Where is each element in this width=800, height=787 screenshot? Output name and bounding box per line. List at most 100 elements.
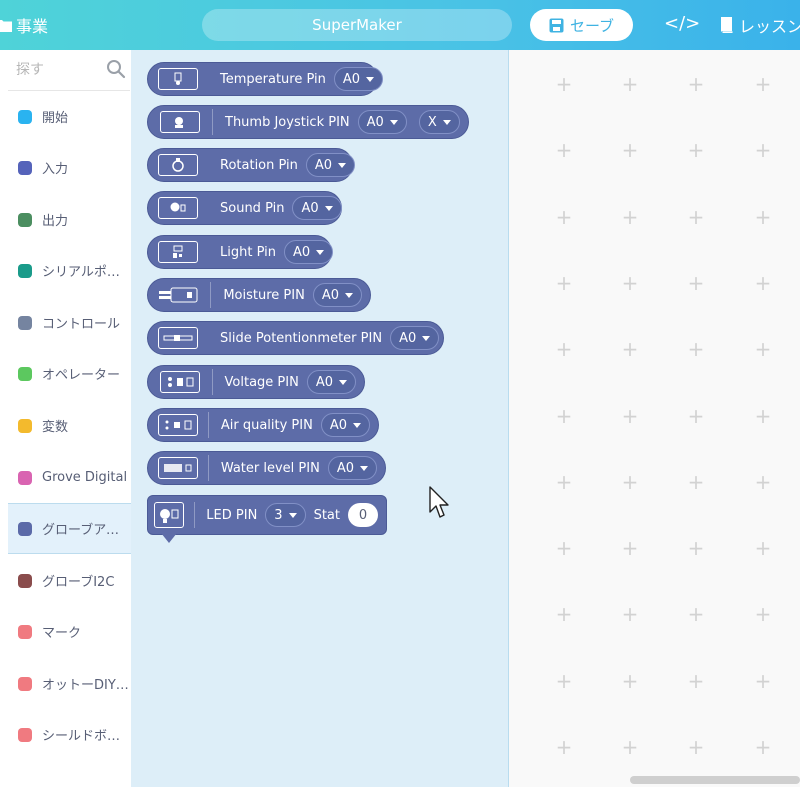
category-color-dot [18, 573, 32, 588]
category-label: Grove Digital [42, 470, 128, 485]
led-pin-block[interactable]: LED PIN 3 Stat 0 [147, 495, 387, 535]
pin-value: A0 [366, 114, 384, 130]
air-quality-pin-block[interactable]: Air quality PIN A0 [147, 408, 379, 442]
grid-plus-mark: + [621, 668, 639, 693]
pin-value: 3 [274, 507, 283, 523]
pin-dropdown[interactable]: A0 [305, 153, 356, 177]
category-item[interactable]: 開始 [8, 91, 131, 142]
stat-value-input[interactable]: 0 [348, 503, 378, 527]
category-color-dot [18, 366, 32, 381]
pin-dropdown[interactable]: A0 [283, 240, 334, 264]
grid-plus-mark: + [621, 403, 639, 428]
chevron-down-icon [360, 465, 368, 471]
grid-plus-mark: + [555, 337, 573, 362]
chevron-down-icon [316, 249, 325, 255]
search-icon[interactable] [106, 59, 126, 79]
block-label: Light Pin [220, 244, 276, 260]
save-button[interactable]: セーブ [530, 9, 633, 41]
pin-value: A0 [315, 374, 333, 390]
pin-dropdown[interactable]: A0 [292, 196, 342, 220]
category-item[interactable]: 出力 [8, 194, 131, 245]
category-item[interactable]: マーク [8, 606, 131, 657]
lesson-button[interactable]: レッスン [720, 13, 800, 37]
grid-plus-mark: + [555, 204, 573, 229]
category-color-dot [18, 109, 32, 124]
light-sensor-icon [158, 239, 198, 265]
grid-plus-mark: + [555, 735, 573, 759]
grid-plus-mark: + [555, 270, 573, 295]
pin-dropdown[interactable]: A0 [306, 370, 356, 394]
pin-dropdown[interactable]: A0 [357, 110, 407, 134]
grid-plus-mark: + [555, 72, 573, 96]
category-label: コントロール [42, 317, 121, 332]
grid-plus-mark: + [687, 270, 705, 295]
light-pin-block[interactable]: Light Pin A0 [147, 235, 334, 269]
moisture-sensor-icon [158, 282, 200, 308]
joystick-icon [158, 109, 202, 135]
block-label: Thumb Joystick PIN [225, 114, 350, 130]
category-item[interactable]: Grove Digital [8, 452, 131, 503]
water-level-pin-block[interactable]: Water level PIN A0 [147, 451, 386, 485]
project-label: 事業 [16, 17, 49, 36]
category-item[interactable]: シリアルポート [8, 245, 131, 296]
pin-dropdown[interactable]: A0 [390, 326, 440, 350]
pin-value: A0 [336, 460, 354, 476]
category-label: マーク [42, 626, 82, 641]
grid-plus-mark: + [687, 138, 705, 163]
category-item[interactable]: コントロール [8, 297, 131, 348]
grid-plus-mark: + [687, 469, 705, 494]
grid-plus-mark: + [754, 469, 772, 494]
folder-icon [0, 20, 12, 32]
grid-plus-mark: + [555, 403, 573, 428]
grid-plus-mark: + [754, 403, 772, 428]
category-sidebar: 開始入力出力シリアルポートコントロールオペレーター変数 Grove Digital… [0, 50, 132, 787]
pin-dropdown[interactable]: A0 [312, 283, 362, 307]
category-item[interactable]: 変数 [8, 400, 131, 451]
grid-plus-mark: + [555, 138, 573, 163]
block-connector-notch [161, 533, 177, 543]
project-menu[interactable]: 事業 [0, 13, 48, 37]
category-item[interactable]: シールドボード [8, 709, 131, 760]
chevron-down-icon [366, 76, 375, 82]
block-label: Slide Potentionmeter PIN [220, 330, 383, 346]
slide-potentiometer-pin-block[interactable]: Slide Potentionmeter PIN A0 [147, 321, 444, 355]
axis-dropdown[interactable]: X [418, 110, 460, 134]
category-label: 出力 [42, 214, 69, 229]
category-color-dot [18, 727, 32, 742]
moisture-pin-block[interactable]: Moisture PIN A0 [147, 278, 371, 312]
search-input[interactable] [14, 58, 98, 82]
pin-dropdown[interactable]: A0 [320, 413, 370, 437]
rotation-pin-block[interactable]: Rotation Pin A0 [147, 148, 356, 182]
voltage-pin-block[interactable]: Voltage PIN A0 [147, 365, 365, 399]
grid-plus-mark: + [621, 602, 639, 627]
project-title[interactable]: SuperMaker [202, 9, 512, 41]
grid-plus-mark: + [621, 138, 639, 163]
pin-dropdown[interactable]: A0 [333, 67, 384, 91]
sound-pin-block[interactable]: Sound Pin A0 [147, 191, 342, 225]
grid-plus-mark: + [754, 536, 772, 561]
code-workspace[interactable]: + + + + + + + + + + + + + + + + + + + + + + + + + + + + + + + + + + + + + + + +… [509, 50, 800, 787]
pin-dropdown[interactable]: 3 [265, 503, 306, 527]
grid-plus-mark: + [621, 337, 639, 362]
category-label: 開始 [42, 111, 69, 126]
thumb-joystick-pin-block[interactable]: Thumb Joystick PIN A0 X [147, 105, 469, 139]
grid-plus-mark: + [687, 536, 705, 561]
temperature-pin-block[interactable]: Temperature Pin A0 [147, 62, 384, 96]
pin-value: A0 [314, 157, 333, 173]
code-icon: </> [664, 13, 701, 34]
pin-dropdown[interactable]: A0 [327, 456, 377, 480]
workspace-horizontal-scrollbar[interactable] [630, 776, 800, 784]
category-item[interactable]: オペレーター [8, 348, 131, 399]
category-item[interactable]: 入力 [8, 142, 131, 193]
block-label: Rotation Pin [220, 157, 298, 173]
chevron-down-icon [353, 422, 361, 428]
grid-plus-mark: + [621, 469, 639, 494]
block-label: Air quality PIN [220, 417, 313, 433]
grid-plus-mark: + [621, 72, 639, 96]
category-item[interactable]: グローブI2C [8, 555, 131, 606]
category-item[interactable]: オットーDIYロボット [8, 658, 131, 709]
code-view-button[interactable]: </> [664, 13, 701, 34]
category-item[interactable]: グローブアナログ [8, 503, 131, 554]
pin-value: A0 [329, 417, 347, 433]
top-bar: 事業 SuperMaker セーブ </> レッスン [0, 0, 800, 50]
